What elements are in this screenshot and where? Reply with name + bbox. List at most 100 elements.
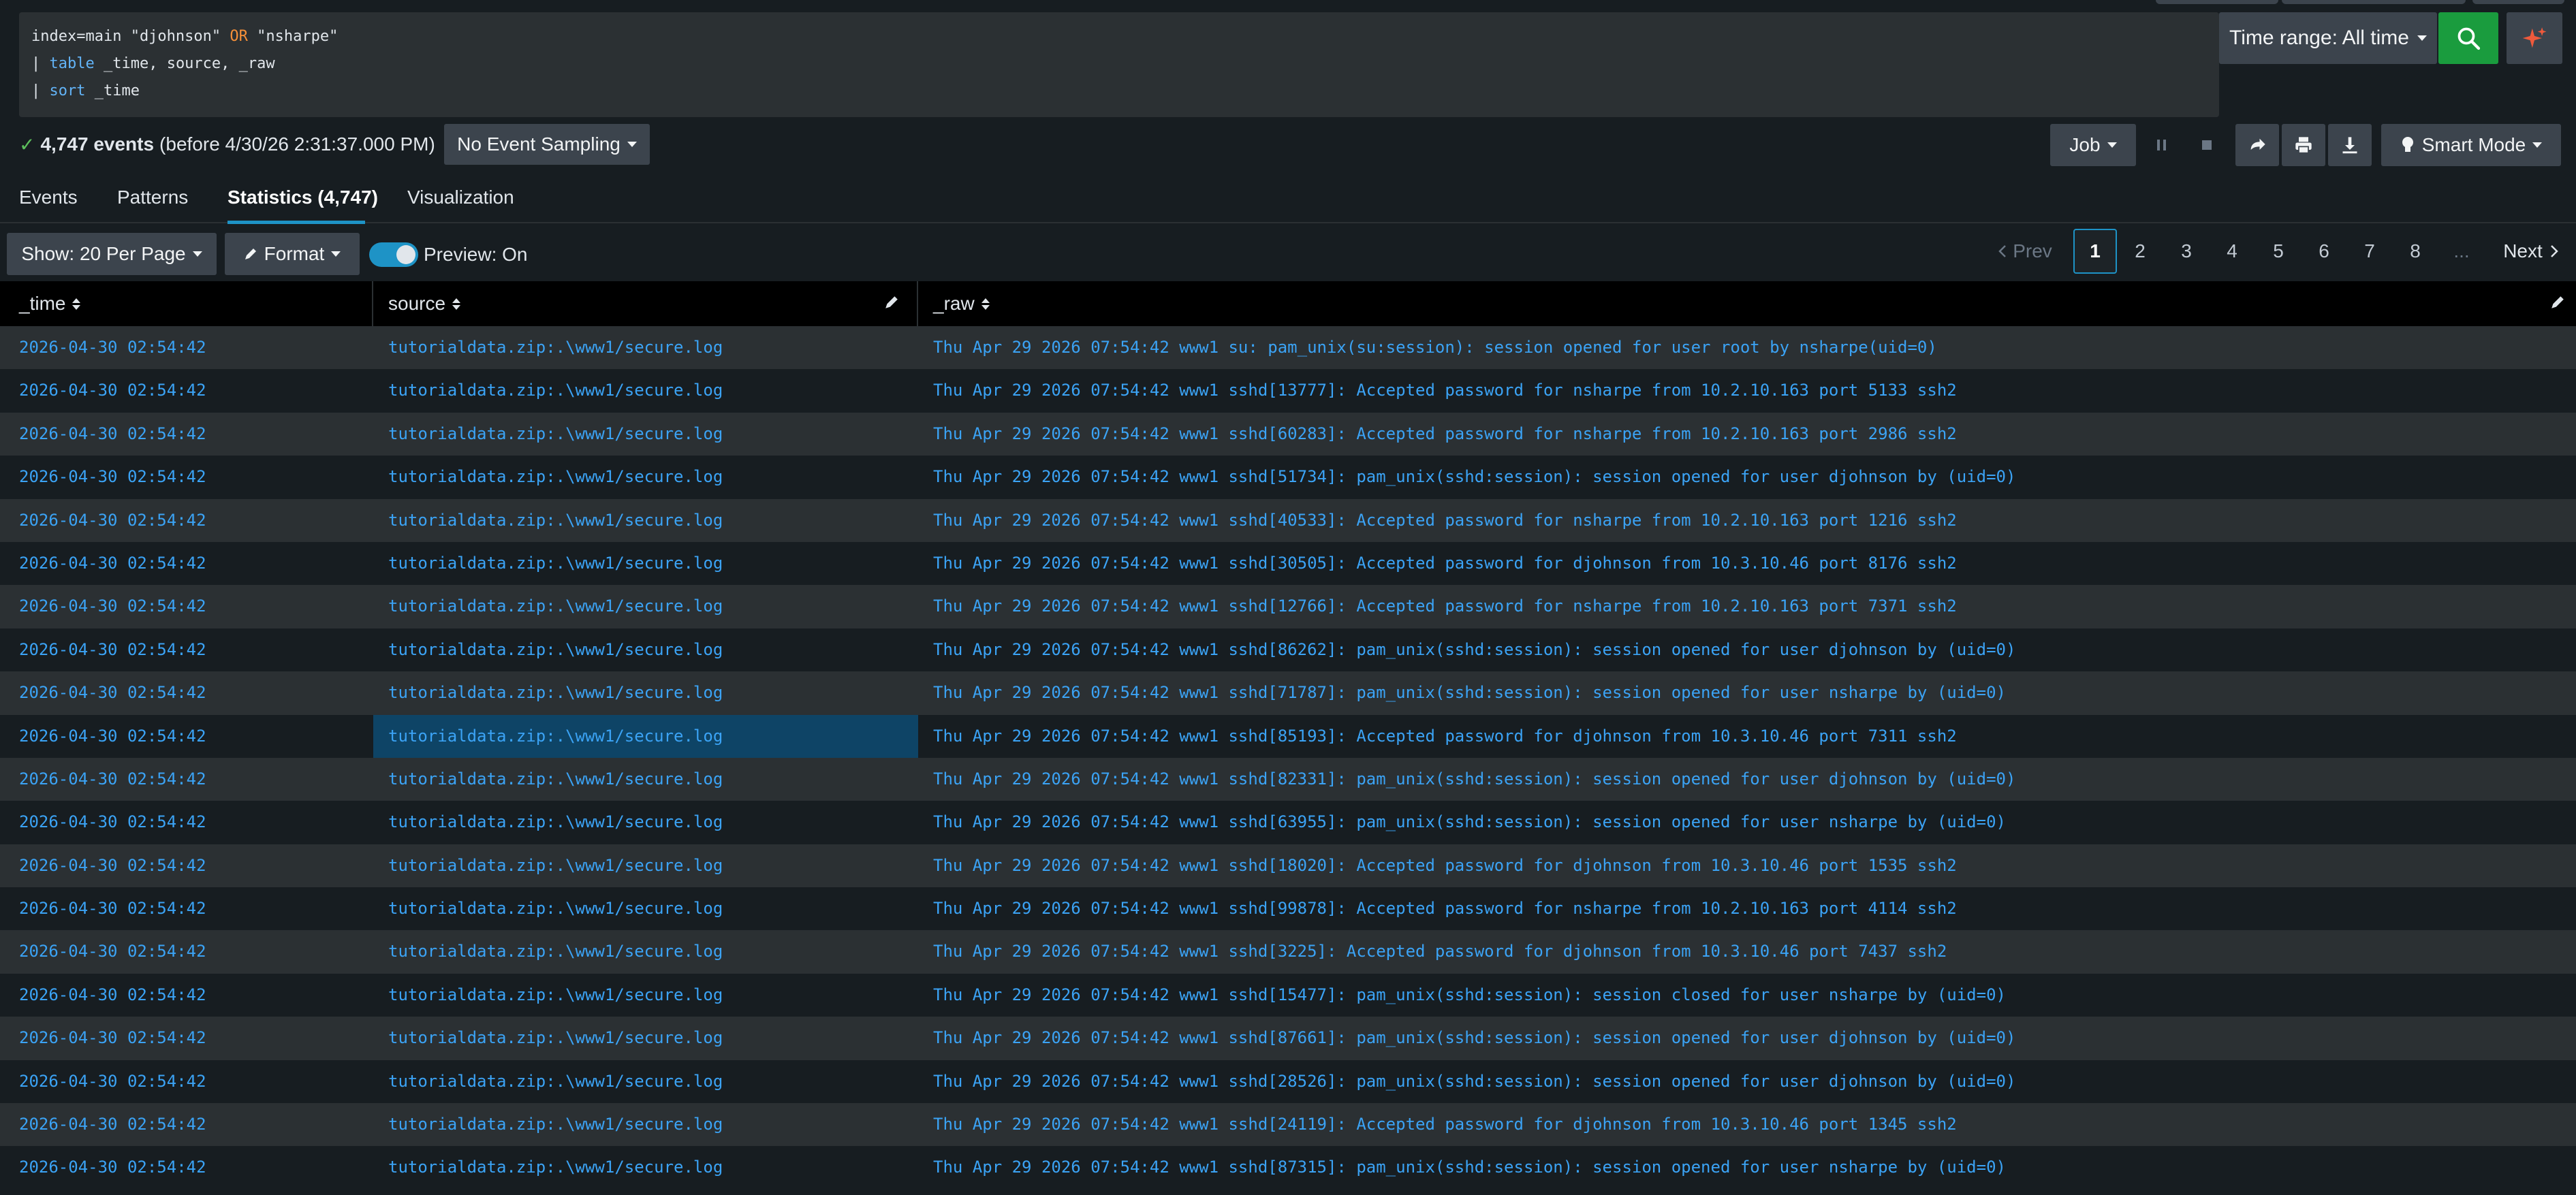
table-row[interactable]: 2026-04-30 02:54:42 tutorialdata.zip:.\ww… — [0, 585, 2576, 628]
column-header-time[interactable]: _time — [0, 281, 373, 326]
cell-source[interactable]: tutorialdata.zip:.\www1/secure.log — [373, 930, 918, 973]
event-sampling-dropdown[interactable]: No Event Sampling — [444, 124, 650, 165]
cell-time[interactable]: 2026-04-30 02:54:42 — [19, 1146, 206, 1189]
search-query-editor[interactable]: index=main "djohnson" OR "nsharpe" | tab… — [19, 12, 2219, 117]
cell-source[interactable]: tutorialdata.zip:.\www1/secure.log — [373, 671, 918, 714]
time-range-picker[interactable]: Time range: All time — [2219, 12, 2437, 64]
table-row[interactable]: 2026-04-30 02:54:42 tutorialdata.zip:.\ww… — [0, 1103, 2576, 1147]
cell-raw[interactable]: Thu Apr 29 2026 07:54:42 www1 sshd[63955… — [918, 801, 2006, 844]
search-button[interactable] — [2438, 12, 2498, 64]
column-header-raw[interactable]: _raw — [918, 281, 2553, 326]
cell-raw[interactable]: Thu Apr 29 2026 07:54:42 www1 sshd[60283… — [918, 413, 1957, 456]
cell-raw[interactable]: Thu Apr 29 2026 07:54:42 www1 sshd[12766… — [918, 585, 1957, 628]
cell-raw[interactable]: Thu Apr 29 2026 07:54:42 www1 sshd[28526… — [918, 1060, 2015, 1103]
cell-source[interactable]: tutorialdata.zip:.\www1/secure.log — [373, 456, 918, 498]
cell-raw[interactable]: Thu Apr 29 2026 07:54:42 www1 sshd[40533… — [918, 499, 1957, 542]
table-row[interactable]: 2026-04-30 02:54:42 tutorialdata.zip:.\ww… — [0, 628, 2576, 672]
stop-button[interactable] — [2185, 124, 2229, 166]
table-row[interactable]: 2026-04-30 02:54:42 tutorialdata.zip:.\ww… — [0, 456, 2576, 499]
edit-column-icon[interactable] — [884, 295, 899, 310]
page-2-button[interactable]: 2 — [2118, 229, 2162, 274]
format-dropdown[interactable]: Format — [225, 233, 360, 275]
table-row[interactable]: 2026-04-30 02:54:42 tutorialdata.zip:.\ww… — [0, 1146, 2576, 1190]
table-row[interactable]: 2026-04-30 02:54:42 tutorialdata.zip:.\ww… — [0, 887, 2576, 931]
search-mode-dropdown[interactable]: Smart Mode — [2381, 124, 2561, 166]
table-row[interactable]: 2026-04-30 02:54:42 tutorialdata.zip:.\ww… — [0, 757, 2576, 801]
page-5-button[interactable]: 5 — [2257, 229, 2300, 274]
tab-patterns[interactable]: Patterns — [117, 187, 188, 208]
cell-raw[interactable]: Thu Apr 29 2026 07:54:42 www1 sshd[51734… — [918, 456, 2015, 498]
table-row[interactable]: 2026-04-30 02:54:42 tutorialdata.zip:.\ww… — [0, 801, 2576, 844]
table-row[interactable]: 2026-04-30 02:54:42 tutorialdata.zip:.\ww… — [0, 930, 2576, 974]
prev-page-button[interactable]: Prev — [1990, 229, 2060, 274]
cell-raw[interactable]: Thu Apr 29 2026 07:54:42 www1 sshd[15477… — [918, 974, 2006, 1017]
cell-source[interactable]: tutorialdata.zip:.\www1/secure.log — [373, 714, 918, 758]
cell-source[interactable]: tutorialdata.zip:.\www1/secure.log — [373, 499, 918, 542]
preview-toggle[interactable] — [369, 242, 418, 267]
table-row[interactable]: 2026-04-30 02:54:42 tutorialdata.zip:.\ww… — [0, 1017, 2576, 1060]
cell-raw[interactable]: Thu Apr 29 2026 07:54:42 www1 sshd[30505… — [918, 542, 1957, 585]
page-7-button[interactable]: 7 — [2348, 229, 2391, 274]
cell-source[interactable]: tutorialdata.zip:.\www1/secure.log — [373, 974, 918, 1017]
cell-time[interactable]: 2026-04-30 02:54:42 — [19, 1103, 206, 1146]
share-button[interactable] — [2235, 124, 2279, 166]
cell-raw[interactable]: Thu Apr 29 2026 07:54:42 www1 sshd[99878… — [918, 887, 1957, 930]
tab-statistics[interactable]: Statistics (4,747) — [227, 187, 378, 208]
cell-time[interactable]: 2026-04-30 02:54:42 — [19, 413, 206, 456]
ai-assistant-button[interactable] — [2507, 12, 2562, 64]
table-row[interactable]: 2026-04-30 02:54:42 tutorialdata.zip:.\ww… — [0, 1059, 2576, 1104]
cell-source[interactable]: tutorialdata.zip:.\www1/secure.log — [373, 326, 918, 369]
cell-time[interactable]: 2026-04-30 02:54:42 — [19, 930, 206, 973]
table-row[interactable]: 2026-04-30 02:54:42 tutorialdata.zip:.\ww… — [0, 369, 2576, 413]
cell-source[interactable]: tutorialdata.zip:.\www1/secure.log — [373, 585, 918, 628]
page-3-button[interactable]: 3 — [2165, 229, 2208, 274]
cell-source[interactable]: tutorialdata.zip:.\www1/secure.log — [373, 844, 918, 887]
cell-time[interactable]: 2026-04-30 02:54:42 — [19, 671, 206, 714]
tab-events[interactable]: Events — [19, 187, 78, 208]
column-header-source[interactable]: source — [373, 281, 918, 326]
page-1-button[interactable]: 1 — [2073, 229, 2117, 274]
cell-time[interactable]: 2026-04-30 02:54:42 — [19, 326, 206, 369]
cell-time[interactable]: 2026-04-30 02:54:42 — [19, 758, 206, 801]
pause-button[interactable] — [2140, 124, 2184, 166]
cell-raw[interactable]: Thu Apr 29 2026 07:54:42 www1 sshd[86262… — [918, 628, 2015, 671]
job-menu-button[interactable]: Job — [2050, 124, 2136, 166]
cell-raw[interactable]: Thu Apr 29 2026 07:54:42 www1 sshd[87661… — [918, 1017, 2015, 1059]
export-button[interactable] — [2328, 124, 2372, 166]
cell-source[interactable]: tutorialdata.zip:.\www1/secure.log — [373, 801, 918, 844]
cell-raw[interactable]: Thu Apr 29 2026 07:54:42 www1 sshd[24119… — [918, 1103, 1957, 1146]
cell-raw[interactable]: Thu Apr 29 2026 07:54:42 www1 sshd[71787… — [918, 671, 2006, 714]
table-row[interactable]: 2026-04-30 02:54:42 tutorialdata.zip:.\ww… — [0, 671, 2576, 715]
edit-column-icon[interactable] — [2550, 295, 2565, 310]
cell-time[interactable]: 2026-04-30 02:54:42 — [19, 542, 206, 585]
cell-raw[interactable]: Thu Apr 29 2026 07:54:42 www1 sshd[3225]… — [918, 930, 1947, 973]
print-button[interactable] — [2282, 124, 2325, 166]
table-row[interactable]: 2026-04-30 02:54:42 tutorialdata.zip:.\ww… — [0, 714, 2576, 758]
cell-raw[interactable]: Thu Apr 29 2026 07:54:42 www1 sshd[13777… — [918, 369, 1957, 412]
cell-raw[interactable]: Thu Apr 29 2026 07:54:42 www1 sshd[18020… — [918, 844, 1957, 887]
cell-source[interactable]: tutorialdata.zip:.\www1/secure.log — [373, 887, 918, 930]
cell-time[interactable]: 2026-04-30 02:54:42 — [19, 499, 206, 542]
cell-source[interactable]: tutorialdata.zip:.\www1/secure.log — [373, 1060, 918, 1103]
cell-time[interactable]: 2026-04-30 02:54:42 — [19, 887, 206, 930]
table-row[interactable]: 2026-04-30 02:54:42 tutorialdata.zip:.\ww… — [0, 541, 2576, 586]
table-row[interactable]: 2026-04-30 02:54:42 tutorialdata.zip:.\ww… — [0, 973, 2576, 1017]
cell-source[interactable]: tutorialdata.zip:.\www1/secure.log — [373, 542, 918, 585]
table-row[interactable]: 2026-04-30 02:54:42 tutorialdata.zip:.\ww… — [0, 844, 2576, 888]
cell-time[interactable]: 2026-04-30 02:54:42 — [19, 1060, 206, 1103]
cell-source[interactable]: tutorialdata.zip:.\www1/secure.log — [373, 758, 918, 801]
cell-raw[interactable]: Thu Apr 29 2026 07:54:42 www1 sshd[87315… — [918, 1146, 2006, 1189]
per-page-dropdown[interactable]: Show: 20 Per Page — [7, 233, 217, 275]
cell-raw[interactable]: Thu Apr 29 2026 07:54:42 www1 sshd[85193… — [918, 715, 1957, 758]
page-4-button[interactable]: 4 — [2210, 229, 2254, 274]
table-row[interactable]: 2026-04-30 02:54:42 tutorialdata.zip:.\ww… — [0, 498, 2576, 542]
cell-time[interactable]: 2026-04-30 02:54:42 — [19, 801, 206, 844]
tab-visualization[interactable]: Visualization — [407, 187, 514, 208]
cell-source[interactable]: tutorialdata.zip:.\www1/secure.log — [373, 628, 918, 671]
cell-source[interactable]: tutorialdata.zip:.\www1/secure.log — [373, 413, 918, 456]
cell-time[interactable]: 2026-04-30 02:54:42 — [19, 715, 206, 758]
cell-time[interactable]: 2026-04-30 02:54:42 — [19, 974, 206, 1017]
cell-raw[interactable]: Thu Apr 29 2026 07:54:42 www1 sshd[82331… — [918, 758, 2015, 801]
cell-time[interactable]: 2026-04-30 02:54:42 — [19, 1017, 206, 1059]
table-row[interactable]: 2026-04-30 02:54:42 tutorialdata.zip:.\ww… — [0, 412, 2576, 456]
